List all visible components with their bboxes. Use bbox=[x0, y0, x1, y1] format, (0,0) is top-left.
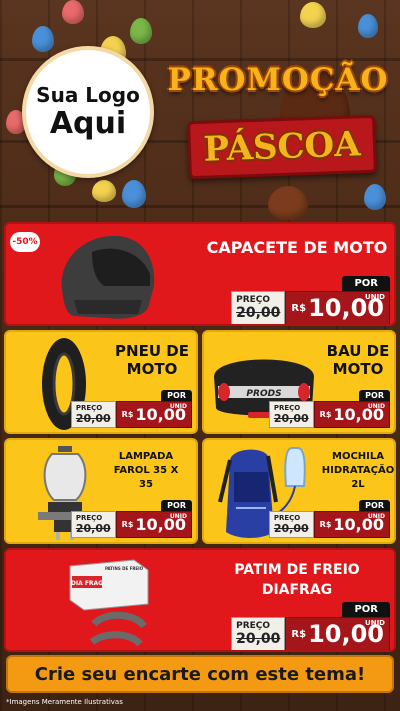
price-tag: POR PREÇO 20,00 R$ 10,00 UNID bbox=[268, 390, 390, 428]
price-tag: POR PREÇO 20,00 R$ 10,00 UNID bbox=[70, 500, 192, 538]
por-label: POR bbox=[342, 602, 390, 617]
egg-decoration bbox=[62, 0, 84, 24]
brake-shoe-icon: DIA FRAG PATINS DE FREIO bbox=[69, 559, 149, 647]
old-price: 20,00 bbox=[273, 412, 309, 425]
pascoa-banner: PÁSCOA bbox=[187, 114, 377, 180]
egg-decoration bbox=[32, 26, 54, 52]
product-card-brake-shoe[interactable]: DIA FRAG PATINS DE FREIO PATIM DE FREIO … bbox=[4, 548, 396, 652]
preco-label: PREÇO bbox=[75, 514, 103, 522]
unit-label: UNID bbox=[367, 513, 385, 520]
title-line3: 35 bbox=[139, 479, 153, 490]
currency: R$ bbox=[291, 628, 307, 640]
product-card-top-case[interactable]: PRODS BAU DE MOTO POR PREÇO 20,00 R$ 10,… bbox=[202, 330, 396, 434]
disclaimer-text: *Imagens Meramente Ilustrativas bbox=[6, 698, 123, 706]
discount-badge: -50% bbox=[10, 232, 40, 252]
currency: R$ bbox=[121, 520, 134, 529]
por-label: POR bbox=[359, 500, 390, 511]
title-line2: HIDRATAÇÃO bbox=[321, 465, 395, 476]
new-price-box: R$ 10,00 UNID bbox=[285, 291, 390, 324]
promo-title: PROMOÇÃO bbox=[167, 62, 389, 98]
por-label: POR bbox=[359, 390, 390, 401]
por-label: POR bbox=[161, 500, 192, 511]
new-price-box: R$ 10,00 UNID bbox=[115, 511, 192, 538]
title-line2: DIAFRAG bbox=[261, 582, 333, 598]
old-price: 20,00 bbox=[236, 631, 281, 647]
title-line2: MOTO bbox=[332, 360, 384, 378]
egg-decoration bbox=[122, 180, 146, 208]
title-line1: MOCHILA bbox=[332, 451, 384, 462]
unit-label: UNID bbox=[365, 619, 385, 627]
product-title: BAU DE MOTO bbox=[320, 342, 394, 378]
price-tag: POR PREÇO 20,00 R$ 10,00 UNID bbox=[70, 390, 192, 428]
logo-line1: Sua Logo bbox=[36, 83, 140, 107]
old-price-box: PREÇO 20,00 bbox=[231, 617, 286, 650]
currency: R$ bbox=[319, 520, 332, 529]
logo-placeholder: Sua Logo Aqui bbox=[22, 46, 154, 178]
cta-button[interactable]: Crie seu encarte com este tema! bbox=[6, 655, 394, 693]
title-line1: LAMPADA bbox=[118, 451, 174, 462]
product-card-lamp[interactable]: LAMPADA FAROL 35 X 35 POR PREÇO 20,00 R$… bbox=[4, 438, 198, 544]
product-title: PNEU DE MOTO bbox=[106, 342, 196, 378]
unit-label: UNID bbox=[365, 293, 385, 301]
product-title: CAPACETE DE MOTO bbox=[206, 238, 388, 257]
price-tag: POR PREÇO 20,00 R$ 10,00 UNID bbox=[268, 500, 390, 538]
old-price-box: PREÇO 20,00 bbox=[231, 291, 286, 324]
egg-decoration bbox=[358, 14, 378, 38]
title-line2: FAROL 35 X bbox=[113, 465, 179, 476]
unit-label: UNID bbox=[367, 403, 385, 410]
unit-label: UNID bbox=[169, 403, 187, 410]
title-line2: MOTO bbox=[126, 360, 178, 378]
preco-label: PREÇO bbox=[75, 404, 103, 412]
preco-label: PREÇO bbox=[236, 621, 271, 631]
new-price-box: R$ 10,00 UNID bbox=[115, 401, 192, 428]
product-title: MOCHILA HIDRATAÇÃO 2L bbox=[320, 450, 395, 492]
egg-decoration bbox=[130, 18, 152, 44]
title-line3: 2L bbox=[351, 479, 365, 490]
new-price-box: R$ 10,00 UNID bbox=[313, 511, 390, 538]
egg-decoration bbox=[364, 184, 386, 210]
preco-label: PREÇO bbox=[236, 295, 271, 305]
new-price-box: R$ 10,00 UNID bbox=[313, 401, 390, 428]
box-label: PATINS DE FREIO bbox=[105, 566, 144, 571]
title-line1: PNEU DE bbox=[115, 342, 189, 360]
product-card-tire[interactable]: PNEU DE MOTO POR PREÇO 20,00 R$ 10,00 UN… bbox=[4, 330, 198, 434]
price-tag: POR PREÇO 20,00 R$ 10,00 UNID bbox=[231, 602, 390, 650]
egg-decoration bbox=[268, 186, 308, 220]
currency: R$ bbox=[319, 410, 332, 419]
logo-line2: Aqui bbox=[49, 106, 127, 141]
por-label: POR bbox=[161, 390, 192, 401]
old-price-box: PREÇO 20,00 bbox=[70, 401, 116, 428]
helmet-icon bbox=[61, 235, 155, 319]
preco-label: PREÇO bbox=[273, 404, 301, 412]
product-title: LAMPADA FAROL 35 X 35 bbox=[96, 450, 196, 492]
currency: R$ bbox=[291, 302, 307, 314]
unit-label: UNID bbox=[169, 513, 187, 520]
title-line1: BAU DE bbox=[326, 342, 390, 360]
old-price: 20,00 bbox=[75, 412, 111, 425]
old-price-box: PREÇO 20,00 bbox=[268, 401, 314, 428]
old-price: 20,00 bbox=[273, 522, 309, 535]
currency: R$ bbox=[121, 410, 134, 419]
old-price: 20,00 bbox=[75, 522, 111, 535]
old-price-box: PREÇO 20,00 bbox=[268, 511, 314, 538]
product-card-helmet[interactable]: CAPACETE DE MOTO POR PREÇO 20,00 R$ 10,0… bbox=[4, 222, 396, 326]
por-label: POR bbox=[342, 276, 390, 291]
price-tag: POR PREÇO 20,00 R$ 10,00 UNID bbox=[231, 276, 390, 324]
brand-label: DIA FRAG bbox=[71, 580, 103, 587]
pascoa-title: PÁSCOA bbox=[202, 124, 362, 170]
preco-label: PREÇO bbox=[273, 514, 301, 522]
new-price-box: R$ 10,00 UNID bbox=[285, 617, 390, 650]
egg-decoration bbox=[300, 2, 326, 28]
title-line1: PATIM DE FREIO bbox=[234, 562, 360, 578]
product-title: PATIM DE FREIO DIAFRAG bbox=[202, 560, 392, 600]
old-price-box: PREÇO 20,00 bbox=[70, 511, 116, 538]
product-card-backpack[interactable]: MOCHILA HIDRATAÇÃO 2L POR PREÇO 20,00 R$… bbox=[202, 438, 396, 544]
egg-decoration bbox=[92, 180, 116, 202]
old-price: 20,00 bbox=[236, 305, 281, 321]
